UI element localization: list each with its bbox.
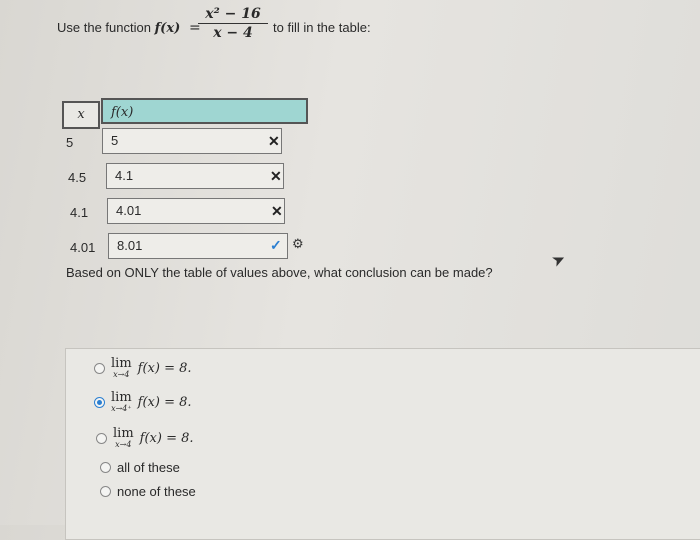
table-row-x: 5	[66, 135, 74, 150]
close-icon: ✕	[271, 203, 283, 219]
option-all-of-these[interactable]: all of these	[100, 460, 180, 475]
radio-button[interactable]	[100, 462, 111, 473]
answer-input[interactable]: 4.1	[106, 163, 284, 189]
gear-icon[interactable]: ⚙	[292, 236, 304, 252]
option-expression: f(x) = 8.	[137, 394, 192, 410]
function-fraction: x² − 16 x − 4	[198, 6, 268, 41]
option-none-of-these[interactable]: none of these	[100, 484, 196, 499]
question-text: Based on ONLY the table of values above,…	[66, 265, 493, 280]
option-label: all of these	[117, 460, 180, 475]
option-limit-right[interactable]: lim x→4⁺ f(x) = 8.	[94, 391, 192, 413]
option-expression: f(x) = 8.	[137, 360, 192, 376]
radio-button[interactable]	[100, 486, 111, 497]
table-row-x: 4.5	[68, 170, 87, 185]
answer-input[interactable]: 4.01	[107, 198, 285, 224]
radio-button[interactable]	[94, 362, 105, 374]
option-expression: f(x) = 8.	[139, 430, 194, 446]
radio-button[interactable]	[96, 432, 107, 444]
fraction-denominator: x − 4	[213, 25, 253, 41]
answer-input[interactable]: 8.01	[108, 233, 288, 259]
option-label: none of these	[117, 484, 196, 499]
table-header-x: x	[62, 101, 100, 129]
answer-input[interactable]: 5	[102, 128, 282, 154]
close-icon: ✕	[270, 168, 282, 184]
prompt-suffix: to fill in the table:	[273, 20, 371, 35]
close-icon: ✕	[268, 133, 280, 149]
option-limit-two-sided[interactable]: lim x→4 f(x) = 8.	[94, 357, 192, 379]
mouse-cursor-icon: ➤	[549, 249, 569, 271]
table-row-x: 4.01	[70, 240, 96, 255]
prompt-prefix: Use the function f(x)	[57, 20, 181, 36]
table-row-x: 4.1	[70, 205, 89, 220]
option-limit-left[interactable]: lim x→4 f(x) = 8.	[96, 427, 194, 449]
check-icon: ✓	[270, 237, 282, 253]
fraction-numerator: x² − 16	[198, 6, 268, 24]
table-header-fx: f(x)	[101, 98, 308, 124]
radio-button-selected[interactable]	[94, 396, 105, 408]
